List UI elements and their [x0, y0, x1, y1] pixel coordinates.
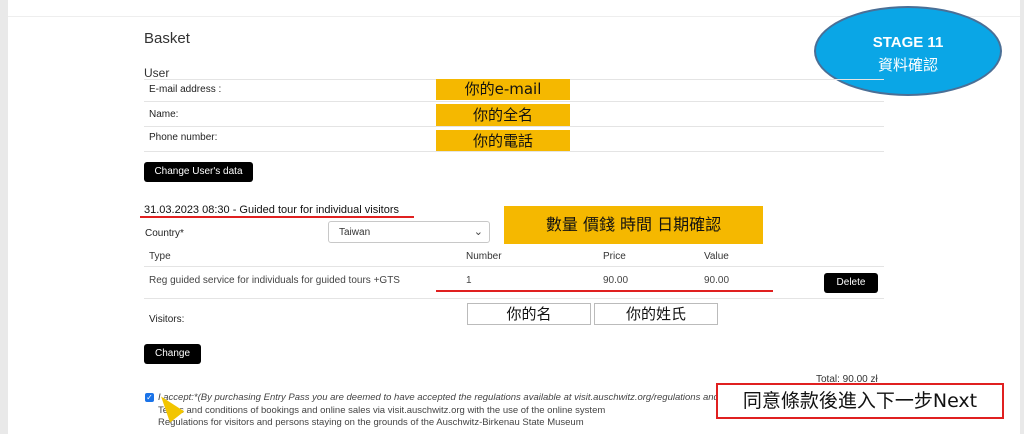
basket-page: Basket STAGE 11 資料確認 User E-mail address…: [8, 0, 1020, 434]
email-label: E-mail address :: [149, 84, 222, 95]
change-visitors-button[interactable]: Change: [144, 344, 201, 364]
chevron-down-icon: ⌄: [473, 226, 483, 238]
name-annotation: 你的全名: [436, 104, 570, 126]
delete-button[interactable]: Delete: [824, 273, 878, 293]
confirm-annotation: 數量 價錢 時間 日期確認: [504, 206, 763, 244]
regulations-link[interactable]: Regulations for visitors and persons sta…: [158, 417, 584, 428]
next-annotation: 同意條款後進入下一步Next: [716, 383, 1004, 419]
visitors-label: Visitors:: [149, 314, 185, 325]
accept-text: I accept:*(By purchasing Entry Pass you …: [158, 392, 719, 403]
col-number: Number: [466, 251, 502, 262]
row-divider: [144, 298, 884, 299]
row-underline: [436, 290, 773, 292]
table-header-divider: [144, 266, 884, 267]
col-value: Value: [704, 251, 729, 262]
stage-number: STAGE 11: [872, 34, 944, 51]
stage-bubble: STAGE 11 資料確認: [814, 6, 1002, 96]
col-type: Type: [149, 251, 171, 262]
phone-annotation: 你的電話: [436, 130, 570, 152]
terms-link[interactable]: Terms and conditions of bookings and onl…: [158, 405, 605, 416]
row-divider: [144, 126, 884, 127]
col-price: Price: [603, 251, 626, 262]
row-number: 1: [466, 275, 472, 286]
country-value: Taiwan: [339, 227, 371, 238]
visitor-last-name-field[interactable]: 你的姓氏: [594, 303, 718, 325]
name-label: Name:: [149, 109, 179, 120]
row-divider: [144, 151, 884, 152]
country-select[interactable]: Taiwan ⌄: [328, 221, 490, 243]
email-annotation: 你的e-mail: [436, 79, 570, 100]
heading-underline: [140, 216, 414, 218]
row-type: Reg guided service for individuals for g…: [149, 275, 400, 286]
row-price: 90.00: [603, 275, 629, 286]
phone-label: Phone number:: [149, 132, 218, 143]
booking-heading: 31.03.2023 08:30 - Guided tour for indiv…: [144, 204, 399, 216]
accept-checkbox[interactable]: ✓: [145, 393, 154, 402]
user-section-title: User: [144, 66, 170, 80]
visitor-first-name-field[interactable]: 你的名: [467, 303, 591, 325]
change-user-data-button[interactable]: Change User's data: [144, 162, 253, 182]
country-label: Country*: [145, 228, 184, 239]
row-value: 90.00: [704, 275, 730, 286]
row-divider: [144, 101, 884, 102]
page-title: Basket: [144, 30, 190, 47]
stage-caption: 資料確認: [877, 56, 938, 74]
